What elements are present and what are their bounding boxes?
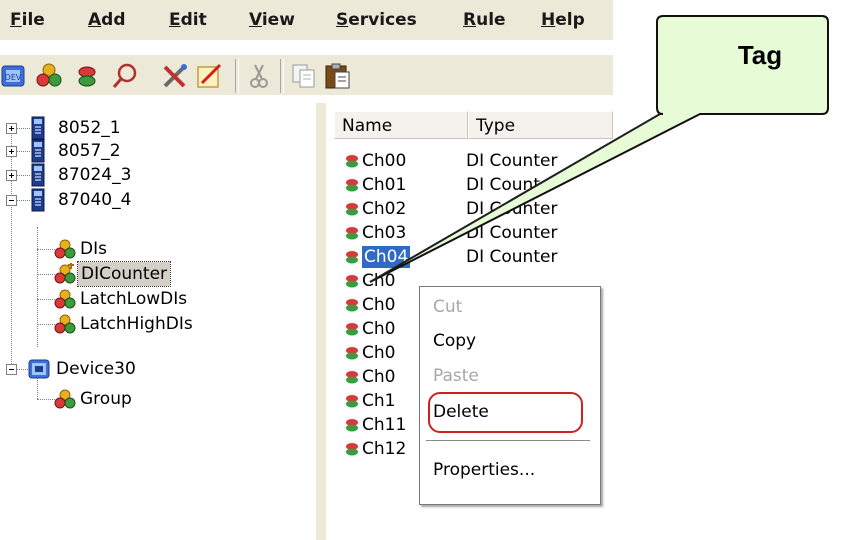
- tree-node-label: LatchHighDIs: [80, 314, 193, 334]
- tree-connector: [16, 175, 30, 176]
- tree-connector: [37, 249, 55, 250]
- svg-text:DEV: DEV: [5, 73, 22, 82]
- expand-icon[interactable]: [6, 170, 17, 181]
- module-icon: [31, 139, 45, 163]
- menu-edit-rest: dit: [180, 10, 207, 30]
- expand-icon[interactable]: [6, 123, 17, 134]
- group-icon: [54, 389, 76, 409]
- paste-icon[interactable]: [323, 61, 353, 91]
- pane-splitter[interactable]: [316, 103, 326, 540]
- list-item-name: Ch1: [362, 391, 396, 411]
- menu-file-accel: F: [10, 10, 22, 30]
- add-tag-icon[interactable]: [72, 61, 102, 91]
- toolbar-separator: [280, 59, 284, 93]
- tree-node-label: 8052_1: [58, 118, 121, 138]
- collapse-icon[interactable]: [6, 195, 17, 206]
- context-menu-copy[interactable]: Copy: [433, 331, 476, 351]
- expand-icon[interactable]: [6, 146, 17, 157]
- context-menu-cut[interactable]: Cut: [433, 297, 462, 317]
- tree-node-label: 8057_2: [58, 141, 121, 161]
- menu-add[interactable]: Add: [88, 10, 126, 30]
- search-icon[interactable]: [110, 61, 140, 91]
- tag-icon: [346, 275, 358, 288]
- context-menu-paste[interactable]: Paste: [433, 366, 479, 386]
- tree-node-label: Device30: [56, 359, 136, 379]
- toolbar-separator: [235, 59, 239, 93]
- menu-view-rest: iew: [261, 10, 295, 30]
- module-icon: [31, 116, 45, 140]
- tree-node-label: Group: [80, 389, 132, 409]
- menu-services-accel: S: [336, 10, 349, 30]
- tree-connector: [37, 299, 55, 300]
- list-item-name: Ch0: [362, 343, 396, 363]
- add-group-icon[interactable]: [34, 61, 64, 91]
- tree-connector: [37, 399, 55, 400]
- list-item-name: Ch0: [362, 319, 396, 339]
- group-icon: [54, 263, 76, 284]
- delete-highlight-circle: [428, 392, 583, 433]
- copy-icon[interactable]: [289, 61, 319, 91]
- tree-node-label: 87040_4: [58, 190, 132, 210]
- group-icon: [54, 314, 76, 334]
- menu-file[interactable]: File: [10, 10, 45, 30]
- tree-connector: [37, 324, 55, 325]
- module-icon: [31, 188, 45, 212]
- context-menu-separator: [426, 440, 590, 442]
- collapse-icon[interactable]: [6, 364, 17, 375]
- tag-icon: [346, 395, 358, 408]
- menu-add-accel: A: [88, 10, 102, 30]
- tag-icon: [346, 371, 358, 384]
- tag-icon: [346, 299, 358, 312]
- list-item-name: Ch12: [362, 439, 407, 459]
- tree-connector: [16, 128, 30, 129]
- tag-icon: [346, 203, 358, 216]
- list-item-name: Ch0: [362, 367, 396, 387]
- tree-connector: [37, 227, 38, 347]
- menu-view[interactable]: View: [249, 10, 295, 30]
- tag-icon: [346, 323, 358, 336]
- cut-icon[interactable]: [244, 61, 274, 91]
- context-menu-properties[interactable]: Properties...: [433, 460, 535, 480]
- add-device-icon[interactable]: DEV: [0, 61, 30, 91]
- tree-node-label: 87024_3: [58, 165, 132, 185]
- tag-icon: [346, 347, 358, 360]
- tree-node-label: LatchLowDIs: [80, 289, 188, 309]
- module-icon: [31, 163, 45, 187]
- tree-connector: [16, 200, 30, 201]
- menu-add-rest: dd: [101, 10, 126, 30]
- list-item-name: Ch11: [362, 415, 407, 435]
- tag-icon: [346, 251, 358, 264]
- menu-edit-accel: E: [169, 10, 181, 30]
- tag-icon: [346, 419, 358, 432]
- menu-file-rest: ile: [21, 10, 45, 30]
- tag-icon: [346, 179, 358, 192]
- group-icon: [54, 289, 76, 309]
- menu-edit[interactable]: Edit: [169, 10, 207, 30]
- tree-connector: [11, 127, 12, 368]
- callout-pointer-edge: [369, 113, 661, 283]
- tag-icon: [346, 443, 358, 456]
- properties-icon[interactable]: [194, 61, 224, 91]
- tree-node-label: DIs: [80, 239, 107, 259]
- device-icon: [28, 359, 50, 379]
- menu-view-accel: V: [249, 10, 262, 30]
- device-tree[interactable]: 8052_1 8057_2 87024_3 87040_4 DIs DICoun…: [0, 103, 316, 540]
- tag-icon: [346, 155, 358, 168]
- tools-icon[interactable]: [160, 61, 190, 91]
- tag-icon: [346, 227, 358, 240]
- callout-label: Tag: [737, 40, 783, 70]
- group-icon: [54, 239, 76, 259]
- tree-connector: [37, 274, 55, 275]
- tree-node-label: DICounter: [76, 261, 172, 287]
- tree-connector: [16, 151, 30, 152]
